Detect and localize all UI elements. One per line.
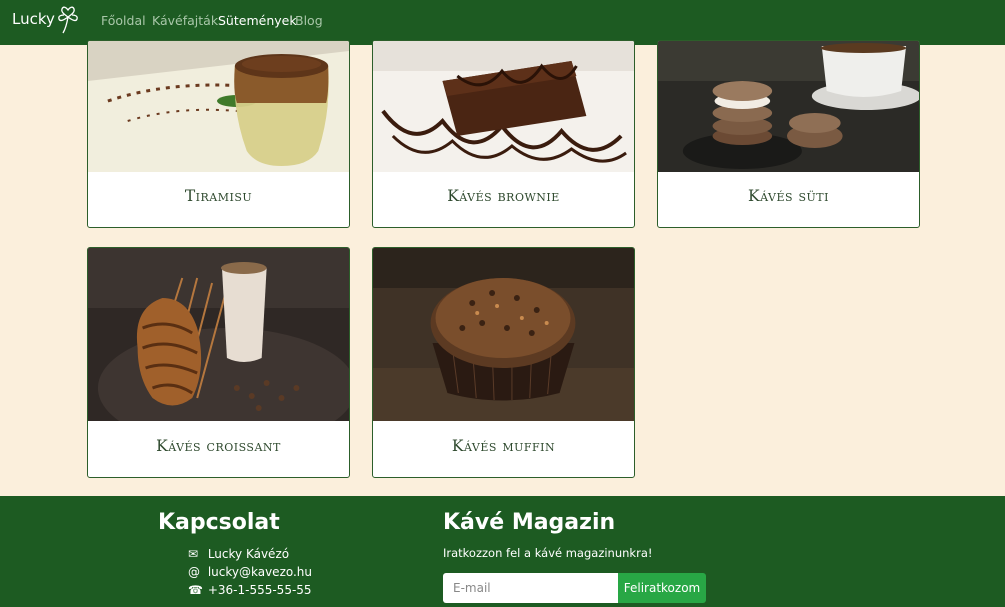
contact-phone: ☎ +36-1-555-55-55 xyxy=(188,583,312,597)
contact-email: @ lucky@kavezo.hu xyxy=(188,565,312,579)
product-title: Kávés süti xyxy=(748,187,829,205)
product-title: Kávés croissant xyxy=(156,437,281,455)
brand-name[interactable]: Lucky xyxy=(12,10,55,28)
product-card-tiramisu[interactable]: Tiramisu xyxy=(87,40,350,228)
brownie-image xyxy=(373,41,634,172)
product-card-muffin[interactable]: Kávés muffin xyxy=(372,247,635,478)
email-input[interactable] xyxy=(443,573,619,603)
product-card-cookie[interactable]: Kávés süti xyxy=(657,40,920,228)
magazine-description: Iratkozzon fel a kávé magazinunkra! xyxy=(443,546,653,560)
nav-link-blog[interactable]: Blog xyxy=(295,13,323,28)
contact-heading: Kapcsolat xyxy=(158,510,280,535)
subscribe-button[interactable]: Feliratkozom xyxy=(618,573,706,603)
contact-email-text[interactable]: lucky@kavezo.hu xyxy=(208,565,312,579)
contact-name-text: Lucky Kávézó xyxy=(207,547,290,561)
nav-link-home[interactable]: Főoldal xyxy=(101,13,146,28)
footer: Kapcsolat ✉ Lucky Kávézó @ lucky@kavezo.… xyxy=(0,496,1005,607)
croissant-image xyxy=(88,248,349,421)
nav-link-coffee-types[interactable]: Kávéfajták xyxy=(152,13,218,28)
clover-logo-icon xyxy=(58,6,78,34)
product-title: Tiramisu xyxy=(184,187,253,205)
nav-link-pastries[interactable]: Sütemények xyxy=(218,13,297,28)
envelope-icon: ✉ xyxy=(188,547,199,561)
product-card-croissant[interactable]: Kávés croissant xyxy=(87,247,350,478)
phone-icon: ☎ xyxy=(188,583,203,597)
at-sign-icon: @ xyxy=(188,565,200,579)
magazine-heading: Kávé Magazin xyxy=(443,510,616,535)
cookies-image xyxy=(658,41,919,172)
tiramisu-image xyxy=(88,41,349,172)
product-card-brownie[interactable]: Kávés brownie xyxy=(372,40,635,228)
product-title: Kávés brownie xyxy=(447,187,560,205)
muffin-image xyxy=(373,248,634,421)
contact-phone-text: +36-1-555-55-55 xyxy=(207,583,312,597)
contact-name: ✉ Lucky Kávézó xyxy=(188,547,289,561)
product-title: Kávés muffin xyxy=(451,437,556,455)
navbar: Lucky Főoldal Kávéfajták Sütemények Blog xyxy=(0,0,1005,45)
